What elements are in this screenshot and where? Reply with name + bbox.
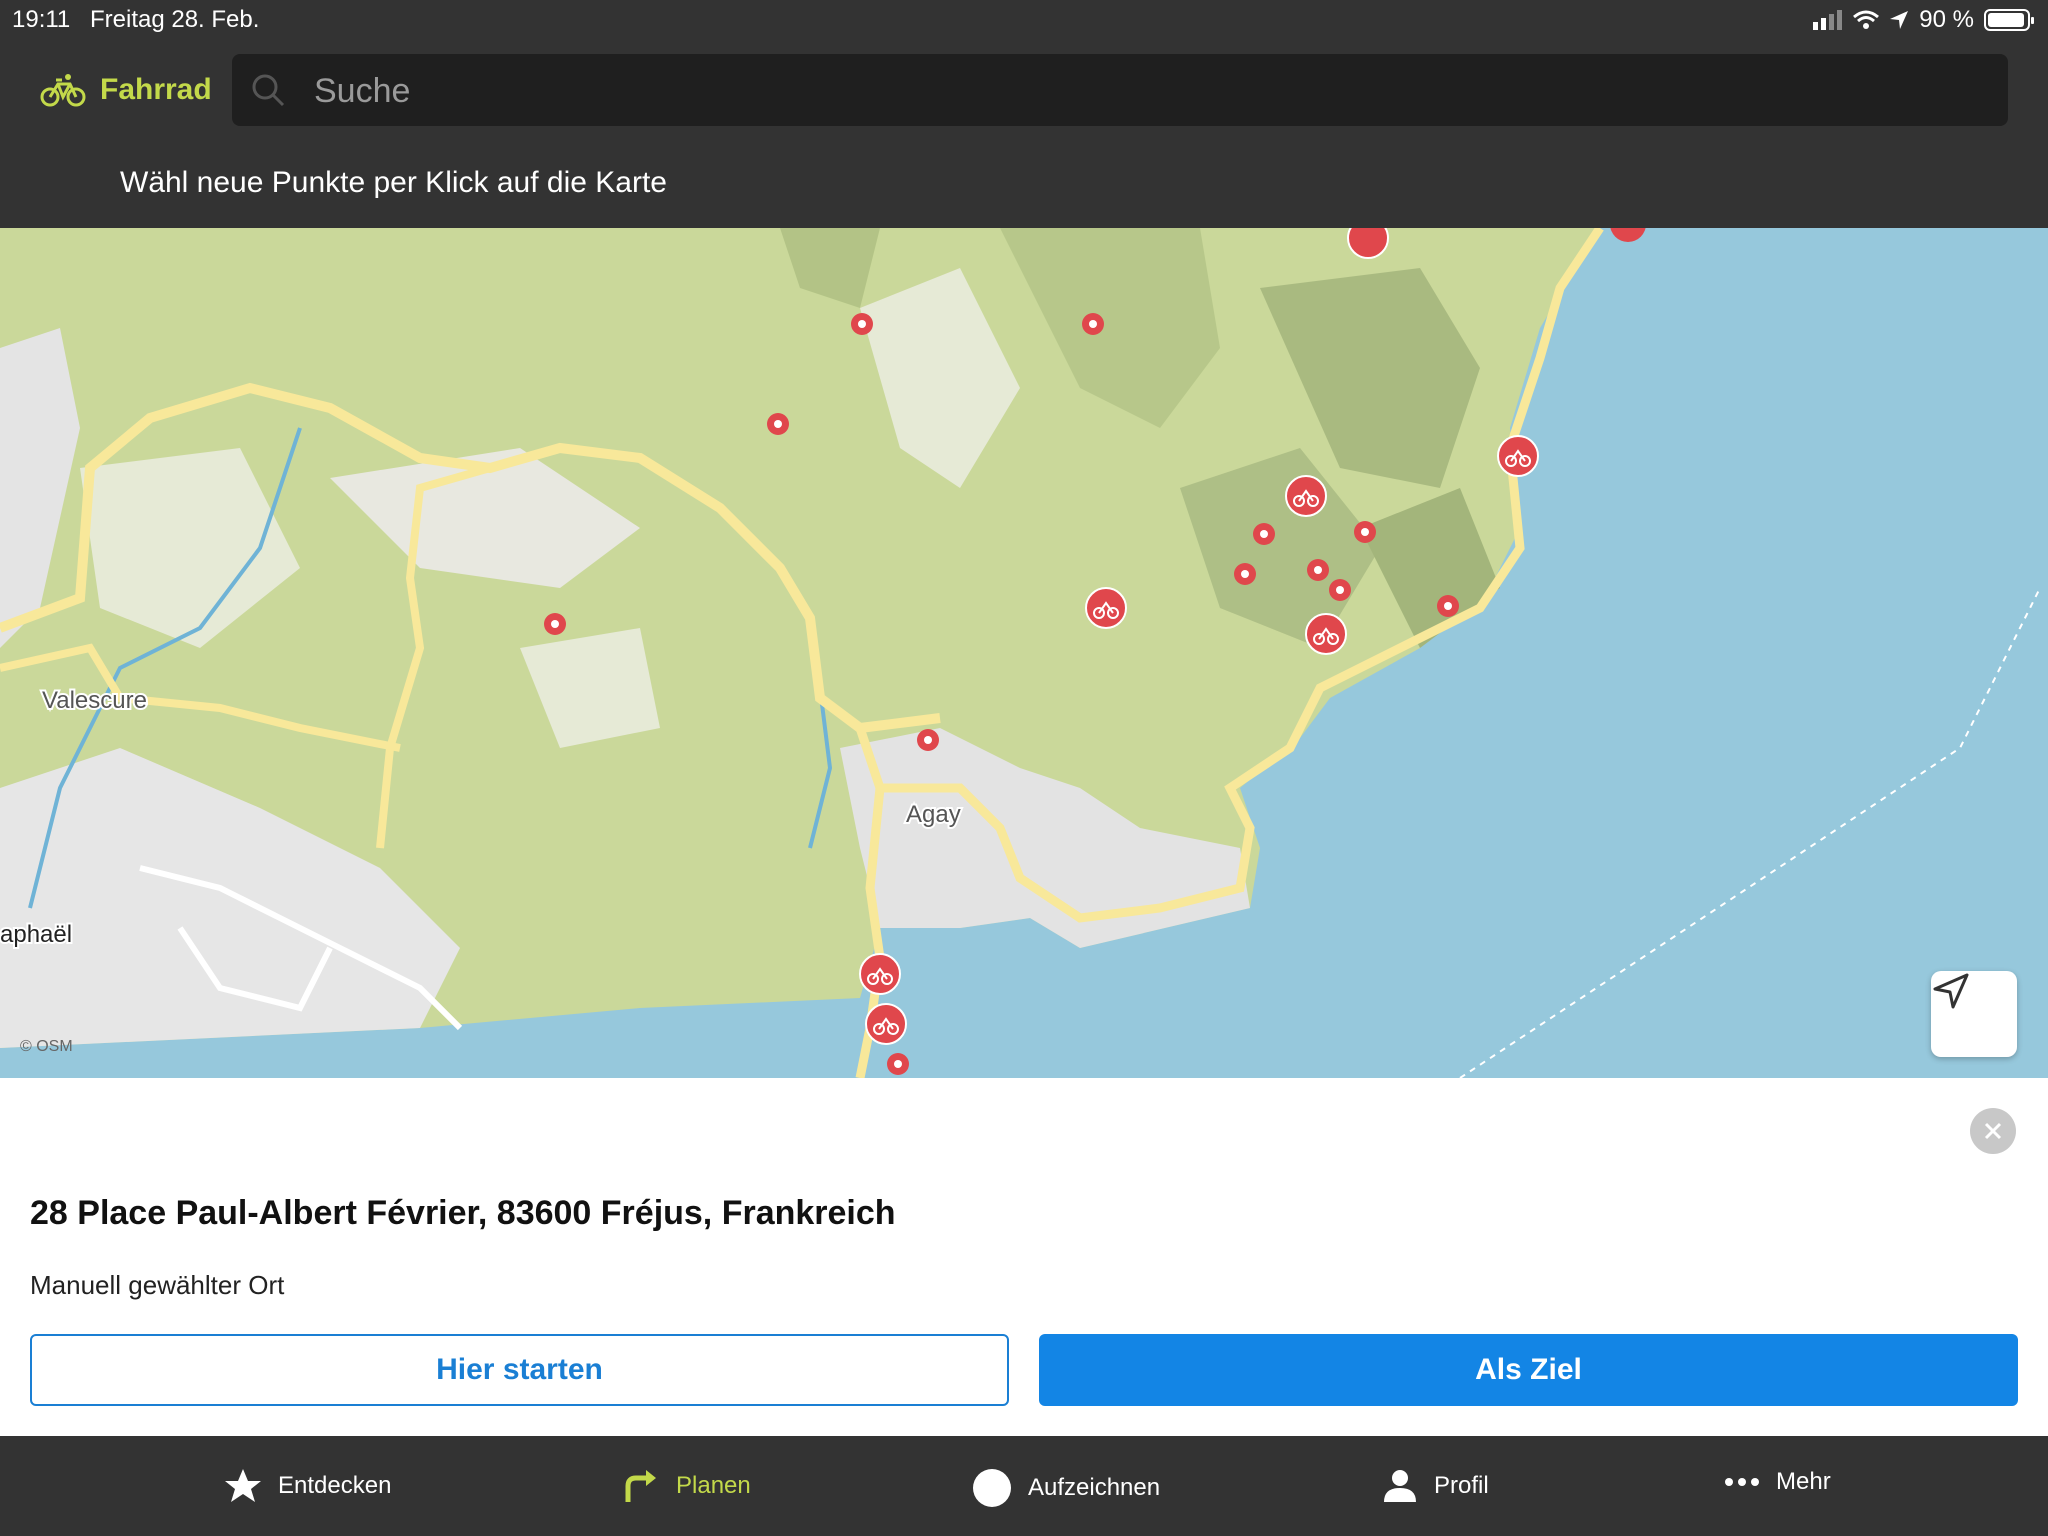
mode-selector[interactable]: Fahrrad (40, 72, 212, 108)
battery-percent: 90 % (1919, 6, 1974, 33)
map-attribution[interactable]: © OSM (20, 1038, 73, 1056)
bike-marker[interactable] (865, 1003, 907, 1045)
locate-me-button[interactable] (1931, 971, 2017, 1057)
river (808, 687, 833, 849)
poi-marker[interactable] (917, 729, 939, 751)
map-view[interactable]: Valescure Agay aphaël © OSM (0, 228, 2048, 1078)
bike-marker[interactable] (1285, 475, 1327, 517)
urban-area (0, 748, 460, 1048)
status-indicators: 90 % (1813, 6, 2034, 34)
bike-marker[interactable] (1347, 228, 1389, 259)
search-input[interactable]: Suche (232, 54, 2008, 126)
wifi-icon (1853, 10, 1880, 29)
start-here-button[interactable]: Hier starten (30, 1334, 1009, 1406)
place-label-agay: Agay (906, 801, 961, 828)
location-arrow-icon (1933, 973, 1969, 1009)
record-icon (973, 1469, 1011, 1507)
header: Fahrrad Suche Wähl neue Punkte per Klick… (0, 40, 2048, 228)
tab-aufzeichnen[interactable]: Aufzeichnen (972, 1468, 1160, 1508)
bike-marker[interactable] (1085, 587, 1127, 629)
hill-area (1180, 448, 1380, 648)
poi-marker[interactable] (1329, 579, 1351, 601)
tab-label: Entdecken (278, 1472, 392, 1499)
tab-bar: Entdecken Planen Aufzeichnen Profil Mehr (0, 1436, 2048, 1536)
battery-icon (1984, 9, 2034, 31)
mode-label: Fahrrad (100, 73, 212, 106)
location-address: 28 Place Paul-Albert Février, 83600 Fréj… (30, 1194, 896, 1232)
poi-marker[interactable] (767, 413, 789, 435)
urban-area (840, 728, 1250, 948)
location-arrow-icon (1890, 11, 1909, 29)
place-label-raphael: aphaël (0, 921, 72, 948)
close-icon (1984, 1122, 2002, 1140)
poi-marker[interactable] (1234, 563, 1256, 585)
tab-mehr[interactable]: Mehr (1724, 1468, 1831, 1496)
route-arrow-icon (625, 1470, 656, 1502)
tab-entdecken[interactable]: Entdecken (224, 1468, 391, 1504)
bike-marker[interactable] (1305, 613, 1347, 655)
poi-marker[interactable] (1082, 313, 1104, 335)
hill-area (1000, 228, 1220, 428)
person-icon (1384, 1470, 1416, 1502)
poi-marker[interactable] (544, 613, 566, 635)
bike-marker[interactable] (859, 953, 901, 995)
tab-label: Profil (1434, 1472, 1489, 1499)
tab-planen[interactable]: Planen (622, 1468, 751, 1504)
poi-marker[interactable] (1307, 559, 1329, 581)
status-time: 19:11 (12, 6, 71, 33)
tab-label: Aufzeichnen (1028, 1474, 1161, 1501)
poi-marker[interactable] (1354, 521, 1376, 543)
tab-label: Planen (676, 1472, 751, 1499)
tab-label: Mehr (1776, 1468, 1831, 1495)
close-button[interactable] (1970, 1108, 2016, 1154)
tab-profil[interactable]: Profil (1382, 1468, 1489, 1504)
bike-marker[interactable] (1497, 435, 1539, 477)
signal-icon (1813, 10, 1843, 30)
poi-marker[interactable] (887, 1053, 909, 1075)
poi-marker[interactable] (1437, 595, 1459, 617)
bicycle-icon (40, 74, 86, 107)
more-dots-icon (1725, 1478, 1759, 1486)
search-icon (252, 74, 285, 107)
set-destination-button[interactable]: Als Ziel (1039, 1334, 2018, 1406)
map-canvas[interactable]: Valescure Agay aphaël (0, 228, 2048, 1078)
field-area (80, 448, 300, 648)
location-subtitle: Manuell gewählter Ort (30, 1270, 285, 1300)
hint-text: Wähl neue Punkte per Klick auf die Karte (120, 166, 667, 199)
field-area (520, 628, 660, 748)
status-bar: 19:11 Freitag 28. Feb. 90 % (0, 0, 2048, 40)
hill-area (780, 228, 880, 308)
place-label-valescure: Valescure (42, 687, 147, 714)
location-sheet: 28 Place Paul-Albert Février, 83600 Fréj… (0, 1078, 2048, 1436)
field-area (860, 268, 1020, 488)
star-icon (225, 1469, 261, 1502)
poi-marker[interactable] (1253, 523, 1275, 545)
search-placeholder: Suche (314, 72, 411, 110)
status-date: Freitag 28. Feb. (90, 6, 260, 33)
poi-marker[interactable] (851, 313, 873, 335)
